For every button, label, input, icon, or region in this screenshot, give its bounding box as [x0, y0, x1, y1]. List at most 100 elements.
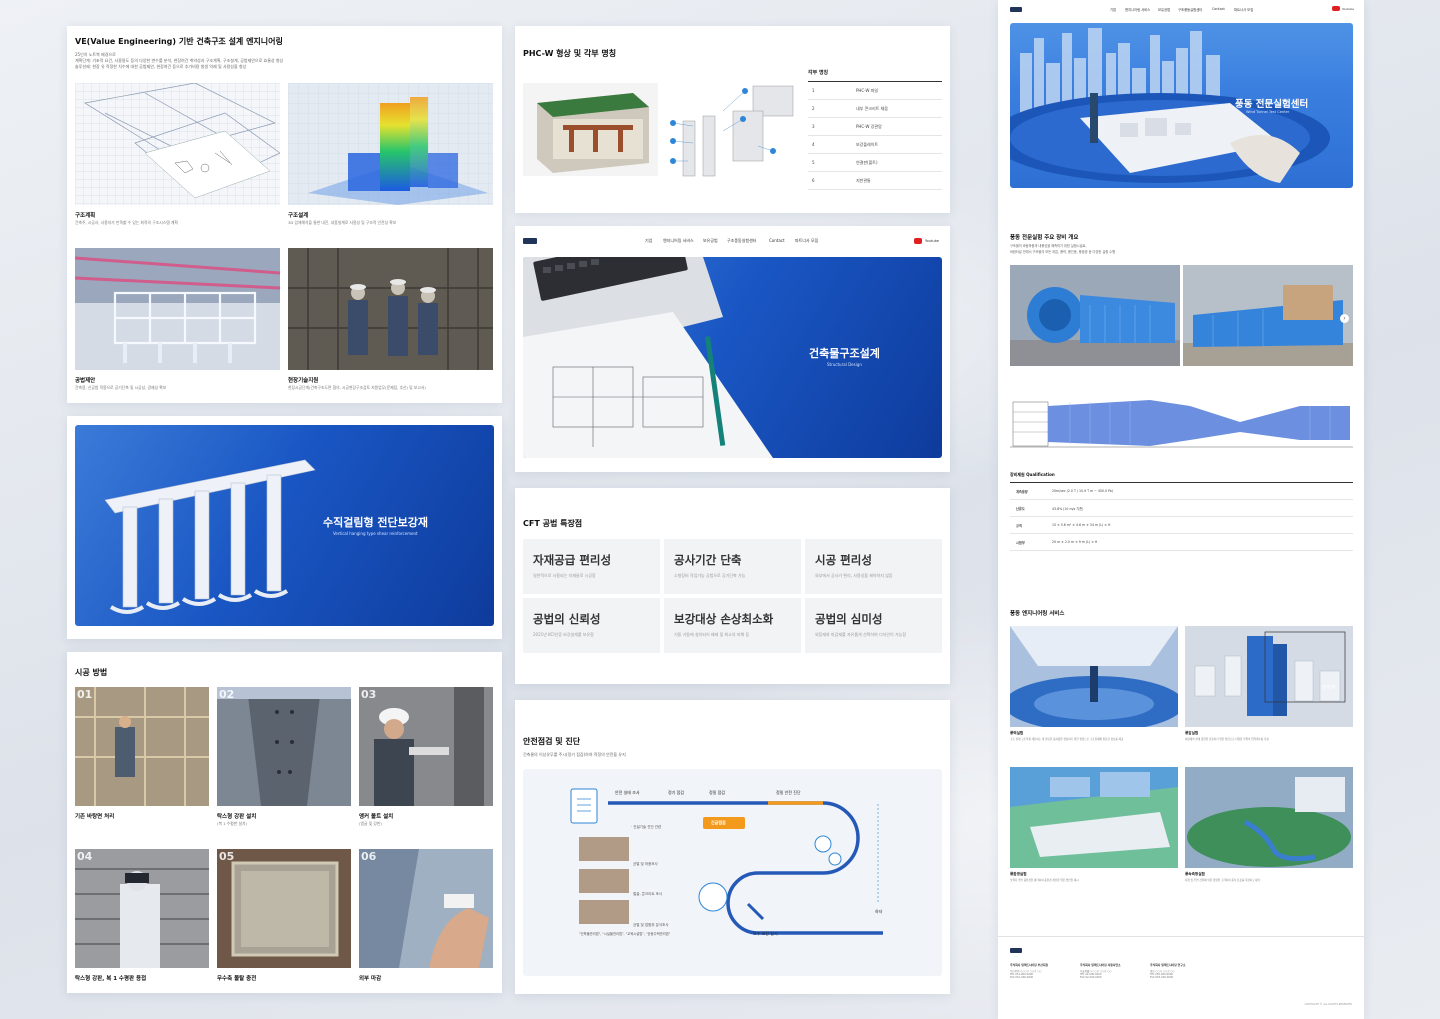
flow-label: 안전 실태 조사 [615, 790, 640, 795]
carousel-next-button[interactable]: › [1340, 314, 1349, 323]
nav-item[interactable]: 기업 [1110, 7, 1116, 12]
card-structural-design-page: 기업 엔지니어링 서비스 보유공법 구조풍동실험센터 Contact 파트너사 … [515, 226, 950, 472]
nav-item[interactable]: Contact [769, 238, 785, 243]
structural-plan-image [75, 83, 280, 205]
hero-subtitle: Wind Tunnel Test Center [1246, 110, 1290, 114]
service-label: 풍환경실험 [1010, 872, 1027, 876]
flow-label: 정기 점검 [668, 790, 684, 795]
service-label: 풍속측정실험 [1185, 872, 1205, 876]
service-desc: 보행자 주변 풍환경을 평가하여 풍환경 개선을 위한 방안을 제시 [1010, 879, 1079, 882]
table-row: 2 내부 콘크리트 채움 [808, 100, 942, 118]
feature-tile: 시공 편리성 외부에서 공사가 편리, 사용성을 제약하지 않음 [805, 539, 942, 594]
pressure-label: 양력부 [1322, 685, 1336, 691]
table-row: 3 PHC-W 강관망 [808, 118, 942, 136]
section-title: 안전점검 및 진단 [523, 737, 581, 746]
step-image-3: 03 [359, 687, 493, 806]
step-sub: (앵글 및 강판) [359, 821, 382, 826]
hero-title: 풍동 전문실험센터 [1235, 99, 1309, 110]
step-label: 기존 바탕면 처리 [75, 814, 115, 820]
flow-note: 철골, 콘크리트 조사 [633, 892, 663, 896]
brand-logo[interactable] [1010, 7, 1022, 12]
nav-item[interactable]: 구조풍동실험센터 [727, 238, 756, 244]
step-label: 앵커 볼트 설치 [359, 814, 394, 820]
step-number: 06 [361, 850, 377, 863]
nav-item[interactable]: 파트너사 모집 [1234, 7, 1253, 12]
nav-item[interactable]: 보유공법 [1158, 7, 1170, 12]
item-label: 구조설계 [288, 213, 309, 219]
nav-item[interactable]: Contact [1212, 7, 1225, 11]
nav-item[interactable]: 엔지니어링 서비스 [663, 238, 694, 244]
service-image-4 [1185, 767, 1353, 868]
hero-banner: 풍동 전문실험센터 Wind Tunnel Test Center [1010, 23, 1353, 188]
wind-tunnel-elevation-drawing [1010, 392, 1353, 454]
table-title: 각부 명칭 [808, 70, 829, 76]
parts-table: 각부 명칭 1 PHC-W 파일 2 내부 콘크리트 채움 3 PHC-W 강관망 4… [808, 66, 942, 196]
step-sub: (복 1 수평판 설치) [217, 821, 247, 826]
item-label: 구조계획 [75, 213, 96, 219]
table-row: 4 보강플레이트 [808, 136, 942, 154]
phc-parts-diagram [663, 81, 800, 181]
section-title: CFT 공법 특장점 [523, 519, 583, 528]
phc-cutaway-image [523, 83, 658, 176]
flow-label: 정밀 점검 [709, 790, 725, 795]
inspection-flow-diagram: 안전 실태 조사 정기 점검 정밀 점검 정밀 안전 진단 긴급점검 하자 보수… [523, 769, 942, 976]
service-label: 풍력실험 [1010, 731, 1024, 735]
hero-subtitle: Vertical hanging type shear reinforcemen… [333, 531, 418, 536]
flow-label: 정밀 안전 진단 [776, 790, 801, 795]
youtube-icon[interactable] [914, 238, 922, 244]
step-image-2: 02 [217, 687, 351, 806]
service-image-3 [1010, 767, 1178, 868]
feature-tile: 보강대상 손상최소화 기둥 기둥에 설치되어 배제 및 최소의 피해 등 [664, 598, 801, 653]
nav-item[interactable]: 엔지니어링 서비스 [1125, 7, 1150, 12]
step-image-6: 06 [359, 849, 493, 968]
section-desc: 구조물의 바람하중과 내풍성을 예측하기 위한 실험시설로, [1010, 244, 1087, 248]
table-row: 5 연결판(볼트) [808, 154, 942, 172]
step-label: 탁스형 강판 설치 [217, 814, 257, 820]
youtube-link[interactable]: Youtube [1342, 7, 1354, 11]
item-desc: 3D 입체해석을 통한 내진, 내풍설계로 사용성 및 구조적 안전성 확보 [288, 220, 397, 225]
field-support-image [288, 248, 493, 370]
wind-tunnel-photo-1 [1010, 265, 1180, 366]
card-shear-reinforcement: 수직걸림형 전단보강재 Vertical hanging type shear … [67, 416, 502, 639]
nav-item[interactable]: 보유공법 [703, 238, 718, 244]
item-desc: 건축주, 시공사, 사용자가 만족할 수 있는 최적의 구조시스템 계획 [75, 220, 178, 225]
hero-title: 수직걸림형 전단보강재 [323, 516, 429, 529]
flow-note: 균열 및 접합부 분석조사 [633, 923, 669, 927]
card-ve-engineering: VE(Value Engineering) 기반 건축구조 설계 엔지니어링 2… [67, 26, 502, 403]
card-construction-method: 시공 방법 01 기존 바탕면 처리 02 탁스형 강판 설치 (복 1 수평판… [67, 652, 502, 993]
step-label: 외부 마감 [359, 976, 382, 982]
spec-title: 장비제원 Qualification [1010, 472, 1055, 477]
step-image-5: 05 [217, 849, 351, 968]
hero-subtitle: Structural Design [827, 362, 862, 367]
nav-item[interactable]: 구조풍동실험센터 [1178, 7, 1202, 12]
flow-note: 균열 및 하중조사 [633, 862, 658, 866]
service-desc: 구조 설계 구조부재 계산하는 데 필요한 풍하중을 결정하기 위한 실험으로 … [1010, 738, 1124, 741]
card-phc-w: PHC-W 형상 및 각부 명칭 각부 명칭 1 PHC-W 파일 2 내부 콘크리… [515, 26, 950, 213]
youtube-icon[interactable] [1332, 6, 1340, 11]
item-desc: 건축용, 신공법 적용으로 공기단축 및 시공성, 경제성 확보 [75, 385, 167, 390]
footer-col: 주식회사 일렉트니어링 연구소 경남 ○○시 ○○로 ○○ TEL 055-00… [1150, 963, 1186, 979]
structural-design-image [288, 83, 493, 205]
brand-logo[interactable] [523, 238, 537, 244]
card-cft-features: CFT 공법 특장점 자재공급 편리성 일반적으로 사용되는 자재들로 시공함 공… [515, 488, 950, 684]
table-row: 1 PHC-W 파일 [808, 82, 942, 100]
youtube-link[interactable]: Youtube [925, 239, 939, 243]
service-desc: 지형 및 주변 건물에 의한 영향을 고려하여 풍속 분포를 측정하고 평가 [1185, 879, 1261, 882]
step-number: 04 [77, 850, 93, 863]
nav-item[interactable]: 기업 [645, 238, 652, 244]
feature-tile: 공법의 신뢰성 2021년 KCI인증 보강설계를 보유함 [523, 598, 660, 653]
section-title: 시공 방법 [75, 668, 108, 677]
step-number: 03 [361, 688, 377, 701]
section-desc: 건축물의 이상유무를 주시(정기 점검)하여 적정의 안전을 유지 [523, 752, 626, 757]
step-number: 01 [77, 688, 93, 701]
spec-row: 계측용량 20m/sec (2.0 T / 10.9 T m ~ 450.0 Pa… [1010, 483, 1353, 500]
section-desc-3: 솔루션제: 현장 유 적정한 치수에 대한 공법제안, 현장여건 등으로 추가비… [75, 64, 247, 69]
hero-banner: 건축물구조설계 Structural Design [523, 257, 942, 458]
section-title: PHC-W 형상 및 각부 명칭 [523, 49, 617, 58]
section-desc: 바람터널 안에서 구조물의 모든 외압, 풍력, 풍진동, 풍환경 등 다양한 … [1010, 250, 1116, 254]
flow-label: 하자 [875, 909, 883, 914]
feature-tile: 공사기간 단축 소형장비 작업가능 공법으로 공기단축 가능 [664, 539, 801, 594]
flow-label: 보수 보강 실시 [753, 931, 778, 936]
wind-tunnel-photo-2: › [1183, 265, 1353, 366]
nav-item[interactable]: 파트너사 모집 [795, 238, 818, 244]
